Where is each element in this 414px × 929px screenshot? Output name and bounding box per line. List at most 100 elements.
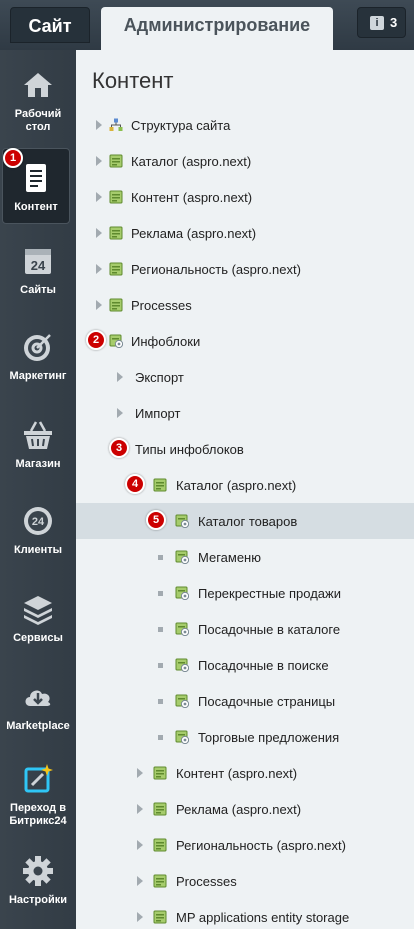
expand-arrow-icon[interactable] <box>137 804 143 814</box>
clients-24-icon: 24 <box>24 507 52 535</box>
left-menu: Рабочий стол Контент 1 24 Сайты Маркетин… <box>0 50 76 929</box>
gear-icon <box>23 856 53 886</box>
expand-arrow-icon[interactable] <box>137 768 143 778</box>
folder-icon <box>153 838 167 852</box>
tree-row[interactable]: Посадочные в поиске <box>76 647 414 683</box>
expand-arrow-icon[interactable] <box>96 264 102 274</box>
tree-row-label: Инфоблоки <box>131 334 201 349</box>
tree-row[interactable]: Структура сайта <box>76 107 414 143</box>
structure-icon <box>109 118 123 132</box>
tree-row[interactable]: Контент (aspro.next) <box>76 755 414 791</box>
menu-item-label: Marketplace <box>6 720 70 732</box>
menu-item-shop[interactable]: Магазин <box>0 418 76 474</box>
tree-row[interactable]: Региональность (aspro.next) <box>76 251 414 287</box>
menu-item-label: Маркетинг <box>9 370 67 382</box>
tree-row[interactable]: Реклама (aspro.next) <box>76 215 414 251</box>
menu-item-settings[interactable]: Настройки <box>0 854 76 910</box>
basket-icon <box>24 421 52 449</box>
tree-row-label: Региональность (aspro.next) <box>176 838 346 853</box>
folder-icon <box>153 910 167 924</box>
svg-text:24: 24 <box>31 258 46 273</box>
tree-row-label: Региональность (aspro.next) <box>131 262 301 277</box>
expand-arrow-icon[interactable] <box>137 840 143 850</box>
tree-row-label: Перекрестные продажи <box>198 586 341 601</box>
tree-row[interactable]: Processes <box>76 287 414 323</box>
bullet-icon <box>158 663 163 668</box>
menu-item-label: Магазин <box>15 458 61 470</box>
expand-arrow-icon[interactable] <box>117 408 123 418</box>
tab-administration[interactable]: Администрирование <box>101 7 333 50</box>
tree-row-label: Каталог (aspro.next) <box>176 478 297 493</box>
folder-icon <box>153 802 167 816</box>
tree-row-label: Экспорт <box>135 370 184 385</box>
expand-arrow-icon[interactable] <box>96 192 102 202</box>
tree-row-label: Импорт <box>135 406 181 421</box>
tree-row-label: MP applications entity storage <box>176 910 350 925</box>
menu-item-marketplace[interactable]: Marketplace <box>0 680 76 736</box>
tree-row[interactable]: Торговые предложения <box>76 719 414 755</box>
tree-row-label: Реклама (aspro.next) <box>176 802 302 817</box>
menu-item-desktop[interactable]: Рабочий стол <box>0 68 76 140</box>
iblock-icon <box>175 730 190 745</box>
expand-arrow-icon[interactable] <box>96 156 102 166</box>
folder-icon <box>109 298 123 312</box>
tree-row[interactable]: MP applications entity storage <box>76 899 414 929</box>
tree-row[interactable]: Перекрестные продажи <box>76 575 414 611</box>
tree-row[interactable]: Экспорт <box>76 359 414 395</box>
menu-item-marketing[interactable]: Маркетинг <box>0 330 76 386</box>
target-icon <box>24 334 51 361</box>
tree-row[interactable]: Каталог товаров <box>76 503 414 539</box>
notifications-count: 3 <box>390 15 398 30</box>
tree-row[interactable]: Инфоблоки <box>76 323 414 359</box>
expand-arrow-icon[interactable] <box>137 876 143 886</box>
tree-row[interactable]: Посадочные страницы <box>76 683 414 719</box>
tree-row[interactable]: Контент (aspro.next) <box>76 179 414 215</box>
page-title: Контент <box>92 68 174 93</box>
expand-arrow-icon[interactable] <box>96 228 102 238</box>
tree-row-label: Контент (aspro.next) <box>176 766 298 781</box>
tree-row-label: Контент (aspro.next) <box>131 190 253 205</box>
expand-arrow-icon[interactable] <box>96 120 102 130</box>
tree-row-label: Реклама (aspro.next) <box>131 226 257 241</box>
tab-site[interactable]: Сайт <box>10 7 90 43</box>
iblock-icon <box>109 334 124 349</box>
folder-icon <box>153 874 167 888</box>
step-badge: 4 <box>125 474 145 494</box>
layers-icon <box>24 596 52 625</box>
iblock-icon <box>175 550 190 565</box>
tree-row-label: Структура сайта <box>131 118 231 133</box>
info-icon: i <box>370 16 384 30</box>
step-badge: 1 <box>3 148 23 168</box>
menu-item-bitrix24[interactable]: Переход в Битрикс24 <box>0 762 76 838</box>
menu-item-label: Рабочий <box>14 108 62 120</box>
tree-row-label: Processes <box>131 298 192 313</box>
notifications-button[interactable]: i 3 <box>357 7 406 38</box>
tree-row-label: Торговые предложения <box>198 730 340 745</box>
menu-item-services[interactable]: Сервисы <box>0 592 76 648</box>
document-icon <box>26 164 46 192</box>
menu-item-sites[interactable]: 24 Сайты <box>0 244 76 300</box>
iblock-icon <box>175 586 190 601</box>
tree-row[interactable]: Импорт <box>76 395 414 431</box>
tree-row[interactable]: Мегаменю <box>76 539 414 575</box>
folder-icon <box>153 478 167 492</box>
tree-row-label: Мегаменю <box>198 550 261 565</box>
folder-icon <box>109 190 123 204</box>
tree-row[interactable]: Processes <box>76 863 414 899</box>
folder-icon <box>153 766 167 780</box>
bullet-icon <box>158 699 163 704</box>
iblock-icon <box>175 658 190 673</box>
tree-row-label: Типы инфоблоков <box>135 442 244 457</box>
menu-item-clients[interactable]: 24 Клиенты <box>0 504 76 560</box>
expand-arrow-icon[interactable] <box>137 912 143 922</box>
tree-row-label: Каталог товаров <box>198 514 298 529</box>
tree-row[interactable]: Региональность (aspro.next) <box>76 827 414 863</box>
bullet-icon <box>158 735 163 740</box>
tree-row[interactable]: Каталог (aspro.next) <box>76 143 414 179</box>
expand-arrow-icon[interactable] <box>96 300 102 310</box>
tree-row[interactable]: Реклама (aspro.next) <box>76 791 414 827</box>
step-badge: 2 <box>86 330 106 350</box>
bullet-icon <box>158 591 163 596</box>
tree-row[interactable]: Посадочные в каталоге <box>76 611 414 647</box>
expand-arrow-icon[interactable] <box>117 372 123 382</box>
